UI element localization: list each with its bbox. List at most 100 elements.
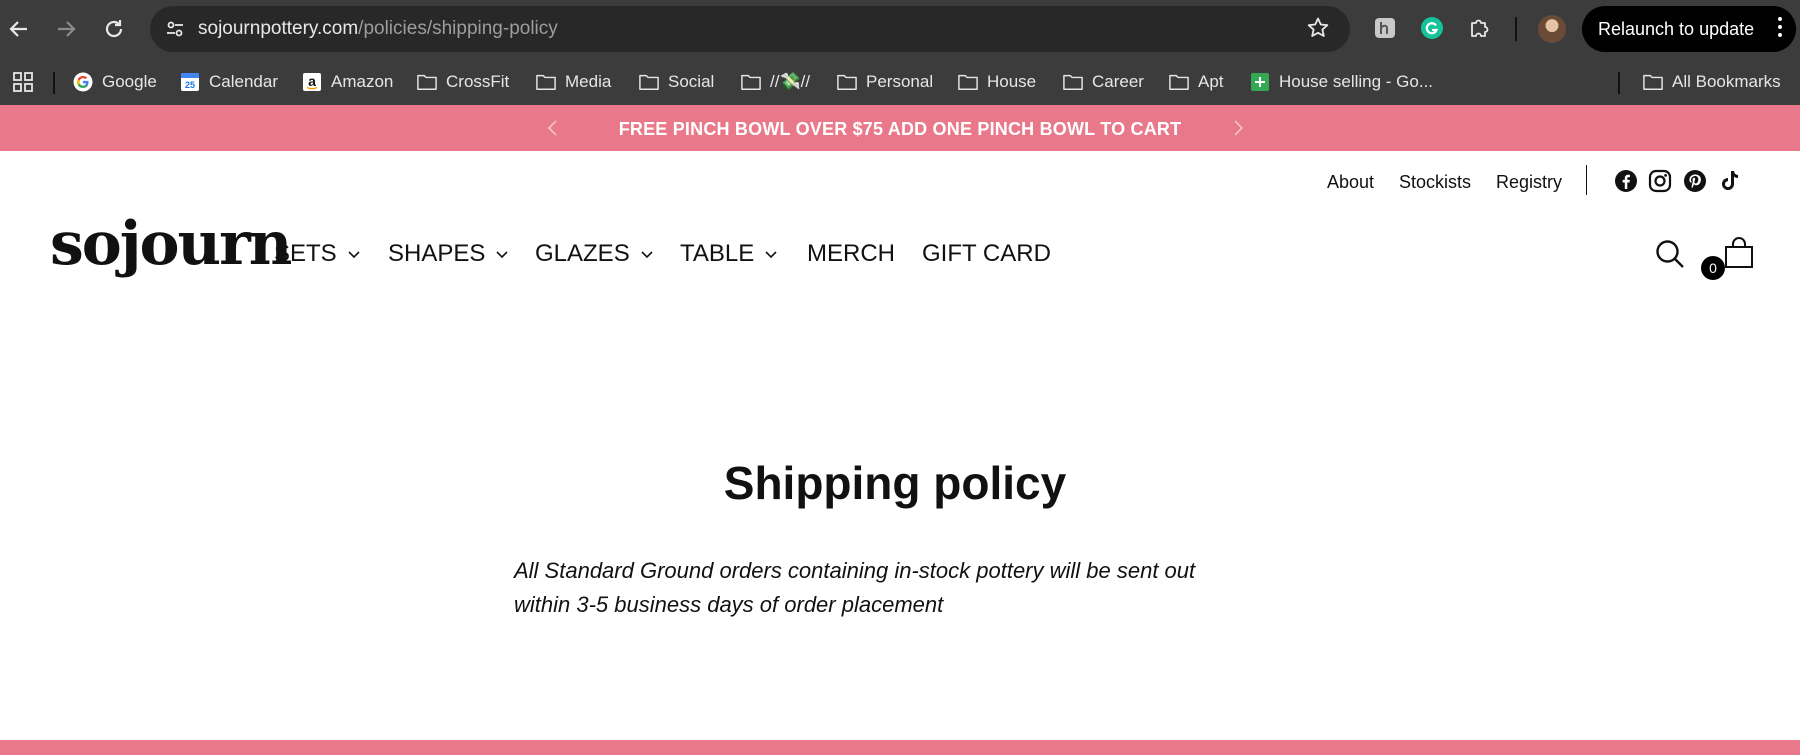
nav-gift-card[interactable]: GIFT CARD xyxy=(922,240,1051,268)
bookmarks-bar: Google 25 Calendar a Amazon CrossFit Med… xyxy=(0,59,1800,105)
back-button[interactable] xyxy=(3,13,35,45)
reload-icon xyxy=(105,20,123,38)
bookmark-label: CrossFit xyxy=(446,72,510,91)
page-title: Shipping policy xyxy=(723,457,1067,509)
bookmark-google[interactable]: Google xyxy=(73,69,157,95)
pinterest-icon[interactable] xyxy=(1683,169,1707,193)
announcement-next-button[interactable] xyxy=(1228,118,1248,138)
bookmark-calendar[interactable]: 25 Calendar xyxy=(180,69,278,95)
bookmark-label: House selling - Go... xyxy=(1279,72,1434,91)
grammarly-icon xyxy=(1421,17,1443,39)
bookmark-label: Career xyxy=(1092,72,1144,91)
tiktok-icon[interactable] xyxy=(1717,169,1741,193)
browser-toolbar: sojournpottery.com/policies/shipping-pol… xyxy=(0,0,1800,59)
sheets-icon xyxy=(1250,72,1270,92)
chevron-down-icon xyxy=(348,251,360,259)
grammarly-extension-button[interactable] xyxy=(1418,14,1446,42)
svg-text:25: 25 xyxy=(185,80,195,90)
tune-icon xyxy=(167,21,183,37)
folder-icon xyxy=(417,72,437,92)
star-icon xyxy=(1307,17,1329,37)
chevron-down-icon xyxy=(765,251,777,259)
bookmark-folder-career[interactable]: Career xyxy=(1063,69,1144,95)
folder-icon xyxy=(1169,72,1189,92)
all-bookmarks-label: All Bookmarks xyxy=(1672,72,1781,91)
browser-chrome: sojournpottery.com/policies/shipping-pol… xyxy=(0,0,1800,105)
nav-label: SETS xyxy=(274,240,337,267)
address-bar[interactable]: sojournpottery.com/policies/shipping-pol… xyxy=(150,6,1350,52)
nav-table[interactable]: TABLE xyxy=(680,240,778,268)
bookmark-folder-personal[interactable]: Personal xyxy=(837,69,933,95)
apps-button[interactable] xyxy=(12,69,34,95)
relaunch-button[interactable]: Relaunch to update xyxy=(1582,6,1796,52)
bookmark-label: Personal xyxy=(866,72,934,91)
puzzle-icon xyxy=(1471,19,1489,37)
nav-shapes[interactable]: SHAPES xyxy=(388,240,509,268)
bookmark-label: Apt xyxy=(1198,72,1224,91)
about-link[interactable]: About xyxy=(1327,172,1374,193)
folder-icon xyxy=(639,72,659,92)
stockists-link[interactable]: Stockists xyxy=(1399,172,1471,193)
bookmark-folder-money[interactable]: //💸// xyxy=(741,69,810,95)
bookmarks-divider xyxy=(53,72,55,94)
bookmarks-divider-right xyxy=(1618,72,1620,94)
bookmark-folder-social[interactable]: Social xyxy=(639,69,714,95)
svg-text:a: a xyxy=(308,73,316,89)
honey-icon xyxy=(1375,18,1395,38)
extensions-button[interactable] xyxy=(1466,14,1494,42)
folder-icon xyxy=(536,72,556,92)
site-info-button[interactable] xyxy=(160,14,190,44)
bookmark-folder-media[interactable]: Media xyxy=(536,69,611,95)
bookmark-star-button[interactable] xyxy=(1306,16,1330,45)
bookmark-label: Amazon xyxy=(331,72,394,91)
bookmark-folder-house[interactable]: House xyxy=(958,69,1036,95)
folder-icon xyxy=(958,72,978,92)
folder-icon xyxy=(1643,72,1663,92)
policy-text: All Standard Ground orders containing in… xyxy=(514,558,1196,617)
honey-extension-button[interactable] xyxy=(1371,14,1399,42)
forward-button[interactable] xyxy=(50,13,82,45)
nav-glazes[interactable]: GLAZES xyxy=(535,240,654,268)
bookmark-label: Social xyxy=(668,72,715,91)
reload-button[interactable] xyxy=(98,13,130,45)
url-text[interactable]: sojournpottery.com/policies/shipping-pol… xyxy=(198,18,558,40)
url-path: /policies/shipping-policy xyxy=(358,18,558,39)
nav-sets[interactable]: SETS xyxy=(274,240,361,268)
announcement-text[interactable]: FREE PINCH BOWL OVER $75 ADD ONE PINCH B… xyxy=(0,119,1800,140)
arrow-right-icon xyxy=(58,21,76,37)
nav-label: TABLE xyxy=(680,240,755,267)
bookmark-label: //💸// xyxy=(770,72,811,91)
arrow-left-icon xyxy=(9,21,27,37)
bookmark-label: Calendar xyxy=(209,72,278,91)
url-domain: sojournpottery.com xyxy=(198,18,359,39)
google-icon xyxy=(73,72,93,92)
nav-label: SHAPES xyxy=(388,240,486,267)
nav-label: MERCH xyxy=(807,240,895,267)
bookmark-label: House xyxy=(987,72,1037,91)
sojourn-logo[interactable]: sojourn xyxy=(50,214,292,274)
facebook-icon[interactable] xyxy=(1614,169,1638,193)
bookmark-label: Google xyxy=(102,72,157,91)
bookmark-label: Media xyxy=(565,72,612,91)
bookmark-folder-crossfit[interactable]: CrossFit xyxy=(417,69,509,95)
registry-link[interactable]: Registry xyxy=(1496,172,1562,193)
nav-merch[interactable]: MERCH xyxy=(807,240,895,268)
bookmark-house-selling[interactable]: House selling - Go... xyxy=(1250,69,1433,95)
amazon-icon: a xyxy=(302,72,322,92)
chevron-down-icon xyxy=(496,251,508,259)
shopping-bag-icon[interactable] xyxy=(1722,236,1756,270)
more-vert-icon xyxy=(1778,17,1782,37)
instagram-icon[interactable] xyxy=(1648,169,1672,193)
announcement-bar: FREE PINCH BOWL OVER $75 ADD ONE PINCH B… xyxy=(0,105,1800,151)
cart-count-badge: 0 xyxy=(1701,256,1725,280)
utility-divider xyxy=(1586,165,1587,195)
calendar-icon: 25 xyxy=(180,72,200,92)
all-bookmarks-button[interactable]: All Bookmarks xyxy=(1643,69,1781,95)
chevron-down-icon xyxy=(641,251,653,259)
bookmark-folder-apt[interactable]: Apt xyxy=(1169,69,1224,95)
search-icon[interactable] xyxy=(1654,238,1686,270)
relaunch-label: Relaunch to update xyxy=(1598,18,1755,39)
profile-avatar[interactable] xyxy=(1538,15,1566,43)
bookmark-amazon[interactable]: a Amazon xyxy=(302,69,393,95)
apps-grid-icon xyxy=(13,72,33,92)
